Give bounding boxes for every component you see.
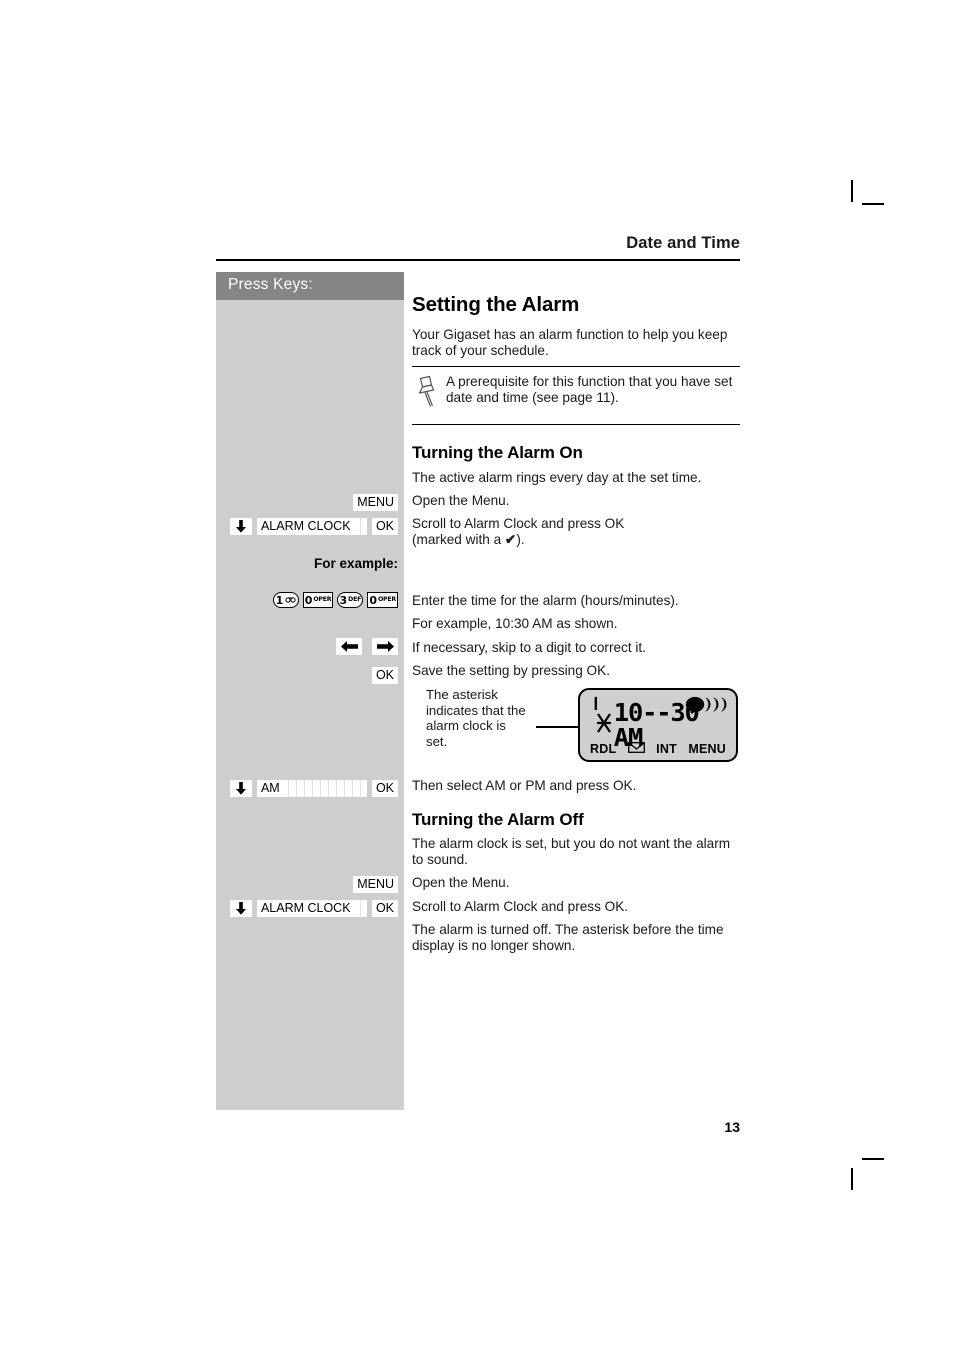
keypad-key-1[interactable]: 1 xyxy=(272,592,299,608)
ok-softkey-save[interactable]: OK xyxy=(371,666,398,684)
crop-mark-top-right-horizontal xyxy=(862,203,884,205)
lcd-softkey-int[interactable]: INT xyxy=(656,742,677,756)
alarm-on-scroll-line1: Scroll to Alarm Clock and press OK xyxy=(412,516,625,531)
side-row-ampm: AM OK xyxy=(216,778,404,798)
press-keys-sidebar xyxy=(216,272,404,1110)
side-row-menu-on: MENU xyxy=(216,492,404,512)
keypad-key-0-second-sub: OPER xyxy=(378,595,396,603)
checkmark-icon: ✔ xyxy=(504,532,517,547)
alarm-on-example: For example, 10:30 AM as shown. xyxy=(412,616,618,631)
down-arrow-icon[interactable] xyxy=(229,899,252,917)
ampm-display-field[interactable]: AM xyxy=(256,779,367,797)
envelope-icon[interactable] xyxy=(627,742,645,756)
lcd-softkey-bar: RDL INT MENU xyxy=(580,742,736,756)
alarm-asterisk-icon xyxy=(596,712,612,739)
ok-softkey-alarm-off[interactable]: OK xyxy=(371,899,398,917)
menu-softkey-on[interactable]: MENU xyxy=(353,493,398,511)
alarm-on-open-menu: Open the Menu. xyxy=(412,493,510,508)
keypad-key-0-first[interactable]: 0 OPER xyxy=(302,592,334,608)
note-rule-top xyxy=(412,366,740,368)
heading-turning-alarm-off: Turning the Alarm Off xyxy=(412,810,584,829)
crop-mark-bottom-right-horizontal xyxy=(862,1158,884,1160)
running-head: Date and Time xyxy=(626,234,740,252)
header-rule xyxy=(216,259,740,261)
alarm-off-result: The alarm is turned off. The asterisk be… xyxy=(412,922,724,954)
press-keys-header-label: Press Keys: xyxy=(228,276,313,293)
pushpin-icon xyxy=(416,375,440,414)
page-number: 13 xyxy=(724,1119,740,1135)
keypad-key-0-first-sub: OPER xyxy=(313,595,332,603)
marked-with-prefix: (marked with a xyxy=(412,532,505,547)
keypad-key-0-first-digit: 0 xyxy=(304,593,313,607)
crop-mark-top-right-vertical xyxy=(851,180,853,202)
side-row-save-ok: OK xyxy=(216,665,404,685)
crop-mark-bottom-right-vertical xyxy=(851,1168,853,1190)
alarm-on-skip-digit: If necessary, skip to a digit to correct… xyxy=(412,640,646,655)
keypad-key-0-second[interactable]: 0 OPER xyxy=(367,592,398,608)
alarm-off-intro: The alarm clock is set, but you do not w… xyxy=(412,836,731,868)
marked-with-suffix: ). xyxy=(516,532,525,547)
alarm-on-enter-time: Enter the time for the alarm (hours/minu… xyxy=(412,593,679,608)
menu-softkey-off[interactable]: MENU xyxy=(353,875,398,893)
keypad-key-1-digit: 1 xyxy=(275,593,284,607)
ampm-display-label: AM xyxy=(260,779,282,797)
for-example-label: For example: xyxy=(313,556,398,571)
alarm-on-save: Save the setting by pressing OK. xyxy=(412,663,610,678)
alarm-clock-display-label-off: ALARM CLOCK xyxy=(260,899,353,917)
page-title: Setting the Alarm xyxy=(412,293,580,316)
handset-lcd-display: ❙ r 10--30 AM RDL INT MENU xyxy=(578,688,738,762)
lcd-softkey-rdl[interactable]: RDL xyxy=(590,742,616,756)
note-rule-bottom xyxy=(412,424,740,426)
nav-keys-row xyxy=(216,638,404,655)
alarm-on-intro: The active alarm rings every day at the … xyxy=(412,470,702,485)
voicemail-icon xyxy=(285,597,296,603)
lcd-time-row: 10--30 AM xyxy=(590,700,734,750)
keypad-key-3[interactable]: 3 DEF xyxy=(337,592,364,608)
down-arrow-icon[interactable] xyxy=(229,517,252,535)
lcd-caption: The asterisk indicates that the alarm cl… xyxy=(426,687,526,749)
lcd-softkey-menu[interactable]: MENU xyxy=(688,742,726,756)
down-arrow-icon[interactable] xyxy=(229,779,252,797)
alarm-clock-display-field-on[interactable]: ALARM CLOCK xyxy=(256,517,367,535)
press-keys-header-bar: Press Keys: xyxy=(216,272,404,300)
lcd-leader-line xyxy=(536,726,580,728)
ok-softkey-ampm[interactable]: OK xyxy=(371,779,398,797)
keypad-row: 1 0 OPER 3 DEF 0 OPER xyxy=(216,592,404,608)
alarm-clock-display-field-off[interactable]: ALARM CLOCK xyxy=(256,899,367,917)
lcd-cursor: ❙ xyxy=(591,693,601,712)
side-row-alarm-clock-off: ALARM CLOCK OK xyxy=(216,898,404,918)
right-arrow-icon[interactable] xyxy=(372,638,398,655)
keypad-key-0-second-digit: 0 xyxy=(369,593,377,607)
keypad-key-3-sub: DEF xyxy=(348,595,362,603)
alarm-off-scroll: Scroll to Alarm Clock and press OK. xyxy=(412,899,629,914)
intro-paragraph: Your Gigaset has an alarm function to he… xyxy=(412,327,728,359)
alarm-off-open-menu: Open the Menu. xyxy=(412,875,510,890)
note-text: A prerequisite for this function that yo… xyxy=(446,374,733,406)
heading-turning-alarm-on: Turning the Alarm On xyxy=(412,443,583,462)
alarm-clock-display-label-on: ALARM CLOCK xyxy=(260,517,353,535)
ok-softkey-alarm-on[interactable]: OK xyxy=(371,517,398,535)
side-row-menu-off: MENU xyxy=(216,874,404,894)
side-row-alarm-clock-on: ALARM CLOCK OK xyxy=(216,516,404,536)
left-arrow-icon[interactable] xyxy=(336,638,362,655)
alarm-on-select-ampm: Then select AM or PM and press OK. xyxy=(412,778,637,793)
alarm-on-scroll-line2: (marked with a ✔). xyxy=(412,532,746,548)
keypad-key-3-digit: 3 xyxy=(339,593,348,607)
